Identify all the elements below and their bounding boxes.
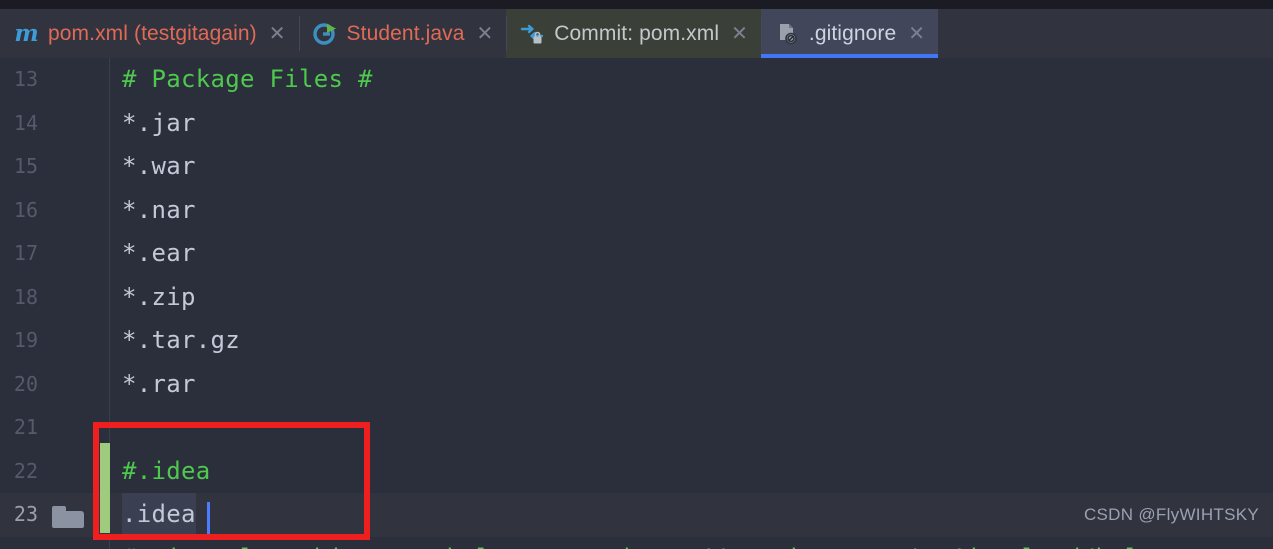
- line-number: 13: [13, 67, 38, 91]
- tab-label: pom.xml (testgitagain): [48, 21, 257, 45]
- java-class-runnable-icon: [312, 21, 338, 46]
- tab-label: Commit: pom.xml: [554, 21, 720, 45]
- line-number: 21: [13, 415, 38, 439]
- line-text: # Package Files #: [122, 65, 373, 93]
- editor-line[interactable]: 22 #.idea: [0, 450, 1273, 494]
- editor-line[interactable]: 24 # virtual machine crash logs, see htt…: [0, 537, 1273, 549]
- editor-line[interactable]: 15 *.war: [0, 145, 1273, 189]
- close-icon[interactable]: ✕: [474, 24, 494, 44]
- folder-icon: [52, 506, 84, 528]
- close-icon[interactable]: ✕: [266, 24, 286, 44]
- commit-lock-icon: [520, 21, 545, 46]
- line-number: 24: [0, 537, 38, 549]
- line-text: #.idea: [122, 456, 211, 485]
- line-number: 14: [13, 110, 38, 135]
- text-caret: [207, 502, 210, 534]
- editor-line[interactable]: 21: [0, 406, 1273, 450]
- close-icon[interactable]: ✕: [728, 24, 748, 44]
- code-editor[interactable]: 13 # Package Files # 14 *.jar 15 *.war 1…: [0, 58, 1273, 549]
- editor-line[interactable]: 20 *.rar: [0, 363, 1273, 407]
- line-text: .idea: [122, 493, 196, 537]
- vcs-change-marker-added[interactable]: [100, 443, 110, 533]
- line-text: # virtual machine crash logs, see http:/…: [122, 537, 1140, 549]
- line-number: 16: [13, 197, 38, 222]
- line-number: 23: [13, 502, 38, 526]
- editor-line[interactable]: 14 *.jar: [0, 102, 1273, 146]
- tab-student-java[interactable]: Student.java ✕: [298, 9, 507, 58]
- editor-line[interactable]: 18 *.zip: [0, 276, 1273, 320]
- watermark: CSDN @FlyWIHTSKY: [1083, 505, 1259, 524]
- tab-pom-xml[interactable]: m pom.xml (testgitagain) ✕: [0, 9, 299, 58]
- line-text: *.tar.gz: [122, 326, 240, 354]
- close-icon[interactable]: ✕: [905, 24, 925, 44]
- line-text: *.war: [122, 152, 196, 180]
- maven-icon: m: [14, 20, 39, 47]
- editor-tab-bar: m pom.xml (testgitagain) ✕ Student.java …: [0, 9, 1273, 58]
- editor-line[interactable]: 17 *.ear: [0, 232, 1273, 276]
- line-text: *.jar: [122, 108, 196, 137]
- line-text: *.nar: [122, 195, 196, 224]
- tab-label: Student.java: [346, 21, 465, 45]
- line-number: 22: [13, 458, 38, 483]
- window-top-strip: [0, 0, 1273, 9]
- editor-line[interactable]: 19 *.tar.gz: [0, 319, 1273, 363]
- ignored-file-icon: [775, 21, 800, 46]
- ide-window: m pom.xml (testgitagain) ✕ Student.java …: [0, 0, 1273, 549]
- line-number: 15: [13, 154, 38, 178]
- editor-line[interactable]: 13 # Package Files #: [0, 58, 1273, 102]
- line-text: *.ear: [122, 239, 196, 267]
- tab-commit-pom-xml[interactable]: Commit: pom.xml ✕: [506, 9, 761, 58]
- line-number: 18: [13, 284, 38, 309]
- line-number: 17: [13, 241, 38, 265]
- line-number: 20: [13, 371, 38, 396]
- line-number: 19: [13, 328, 38, 352]
- line-text: *.rar: [122, 369, 196, 398]
- tab-gitignore[interactable]: .gitignore ✕: [760, 9, 939, 58]
- editor-line[interactable]: 16 *.nar: [0, 189, 1273, 233]
- editor-line-current[interactable]: 23 .idea: [0, 493, 1273, 537]
- line-text: *.zip: [122, 282, 196, 311]
- tab-label: .gitignore: [808, 21, 897, 45]
